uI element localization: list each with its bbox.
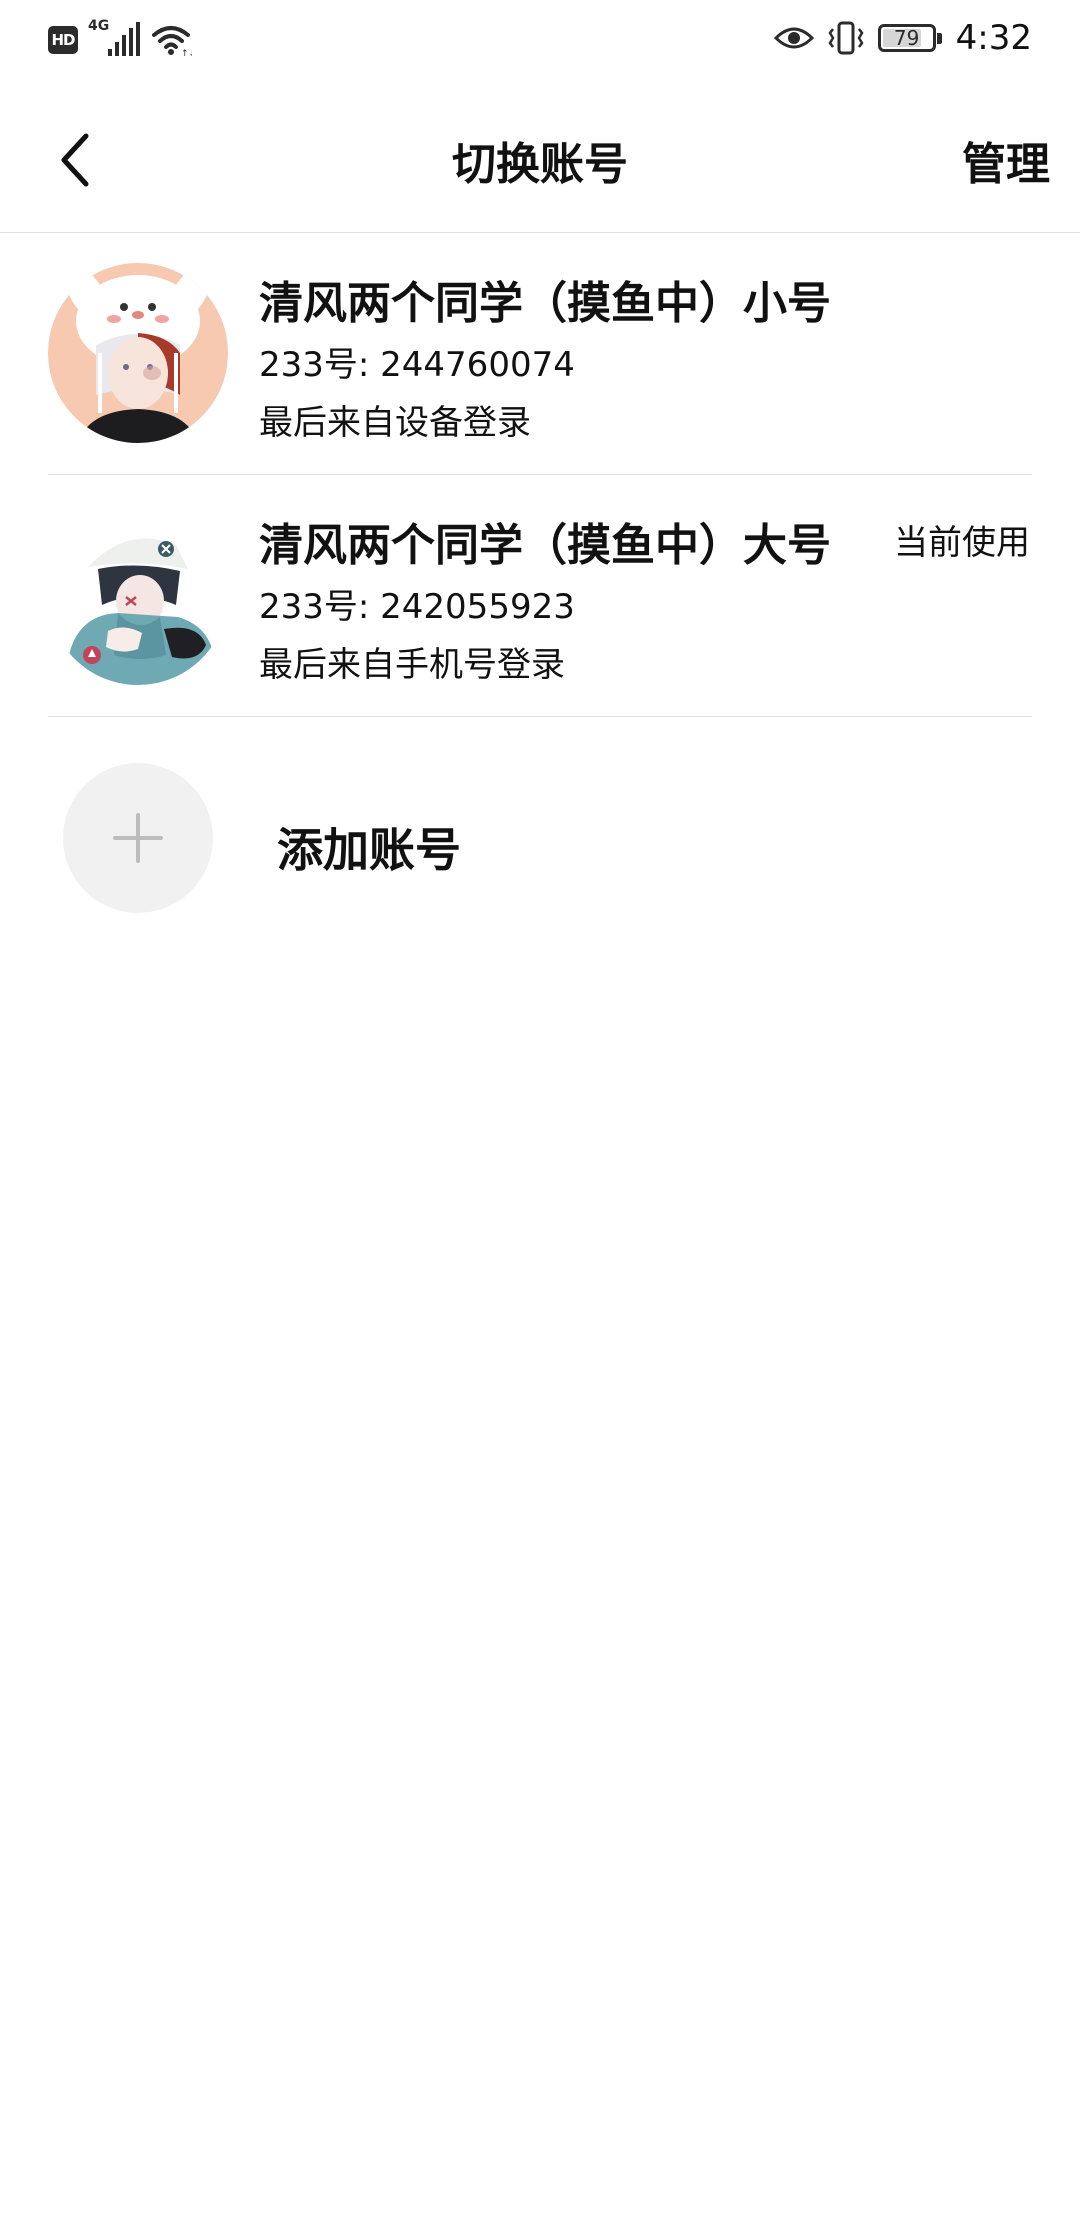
avatar xyxy=(48,505,228,685)
svg-text:↑↓: ↑↓ xyxy=(181,49,192,57)
status-left: HD 4G ↑↓ xyxy=(48,18,192,58)
current-account-badge: 当前使用 xyxy=(894,523,1030,563)
avatar-image xyxy=(48,505,228,685)
account-login-source: 最后来自设备登录 xyxy=(259,403,531,443)
account-id: 233号: 242055923 xyxy=(259,587,575,627)
eye-icon xyxy=(773,27,814,49)
battery-level: 79 xyxy=(893,26,920,50)
status-bar: HD 4G ↑↓ xyxy=(0,0,1080,84)
account-row-small[interactable]: 清风两个同学（摸鱼中）小号 233号: 244760074 最后来自设备登录 xyxy=(48,233,1032,475)
add-account-label: 添加账号 xyxy=(277,823,461,877)
battery-cap xyxy=(936,33,942,44)
wifi-icon: ↑↓ xyxy=(152,26,192,57)
account-name: 清风两个同学（摸鱼中）小号 xyxy=(259,278,831,329)
hd-label: HD xyxy=(51,31,75,49)
hd-icon: HD xyxy=(48,26,78,54)
page-title: 切换账号 xyxy=(452,139,628,190)
plus-icon xyxy=(113,813,163,863)
network-label: 4G xyxy=(88,18,110,34)
clock: 4:32 xyxy=(955,18,1032,58)
account-row-main[interactable]: 清风两个同学（摸鱼中）大号 233号: 242055923 最后来自手机号登录 … xyxy=(48,475,1032,717)
status-right: 79 4:32 xyxy=(773,18,1032,58)
avatar-image xyxy=(48,263,228,443)
account-id: 233号: 244760074 xyxy=(259,345,575,385)
account-list: 清风两个同学（摸鱼中）小号 233号: 244760074 最后来自设备登录 清… xyxy=(0,233,1080,717)
signal-icon: 4G xyxy=(88,18,142,58)
avatar xyxy=(48,263,228,443)
account-login-source: 最后来自手机号登录 xyxy=(259,645,565,685)
manage-button[interactable]: 管理 xyxy=(962,128,1050,192)
add-account-button[interactable]: 添加账号 xyxy=(48,760,1032,913)
battery-icon: 79 xyxy=(877,24,942,52)
vibrate-icon xyxy=(828,21,864,55)
account-name: 清风两个同学（摸鱼中）大号 xyxy=(259,520,831,571)
add-account-circle xyxy=(63,763,213,913)
header: 切换账号 管理 xyxy=(0,84,1080,233)
